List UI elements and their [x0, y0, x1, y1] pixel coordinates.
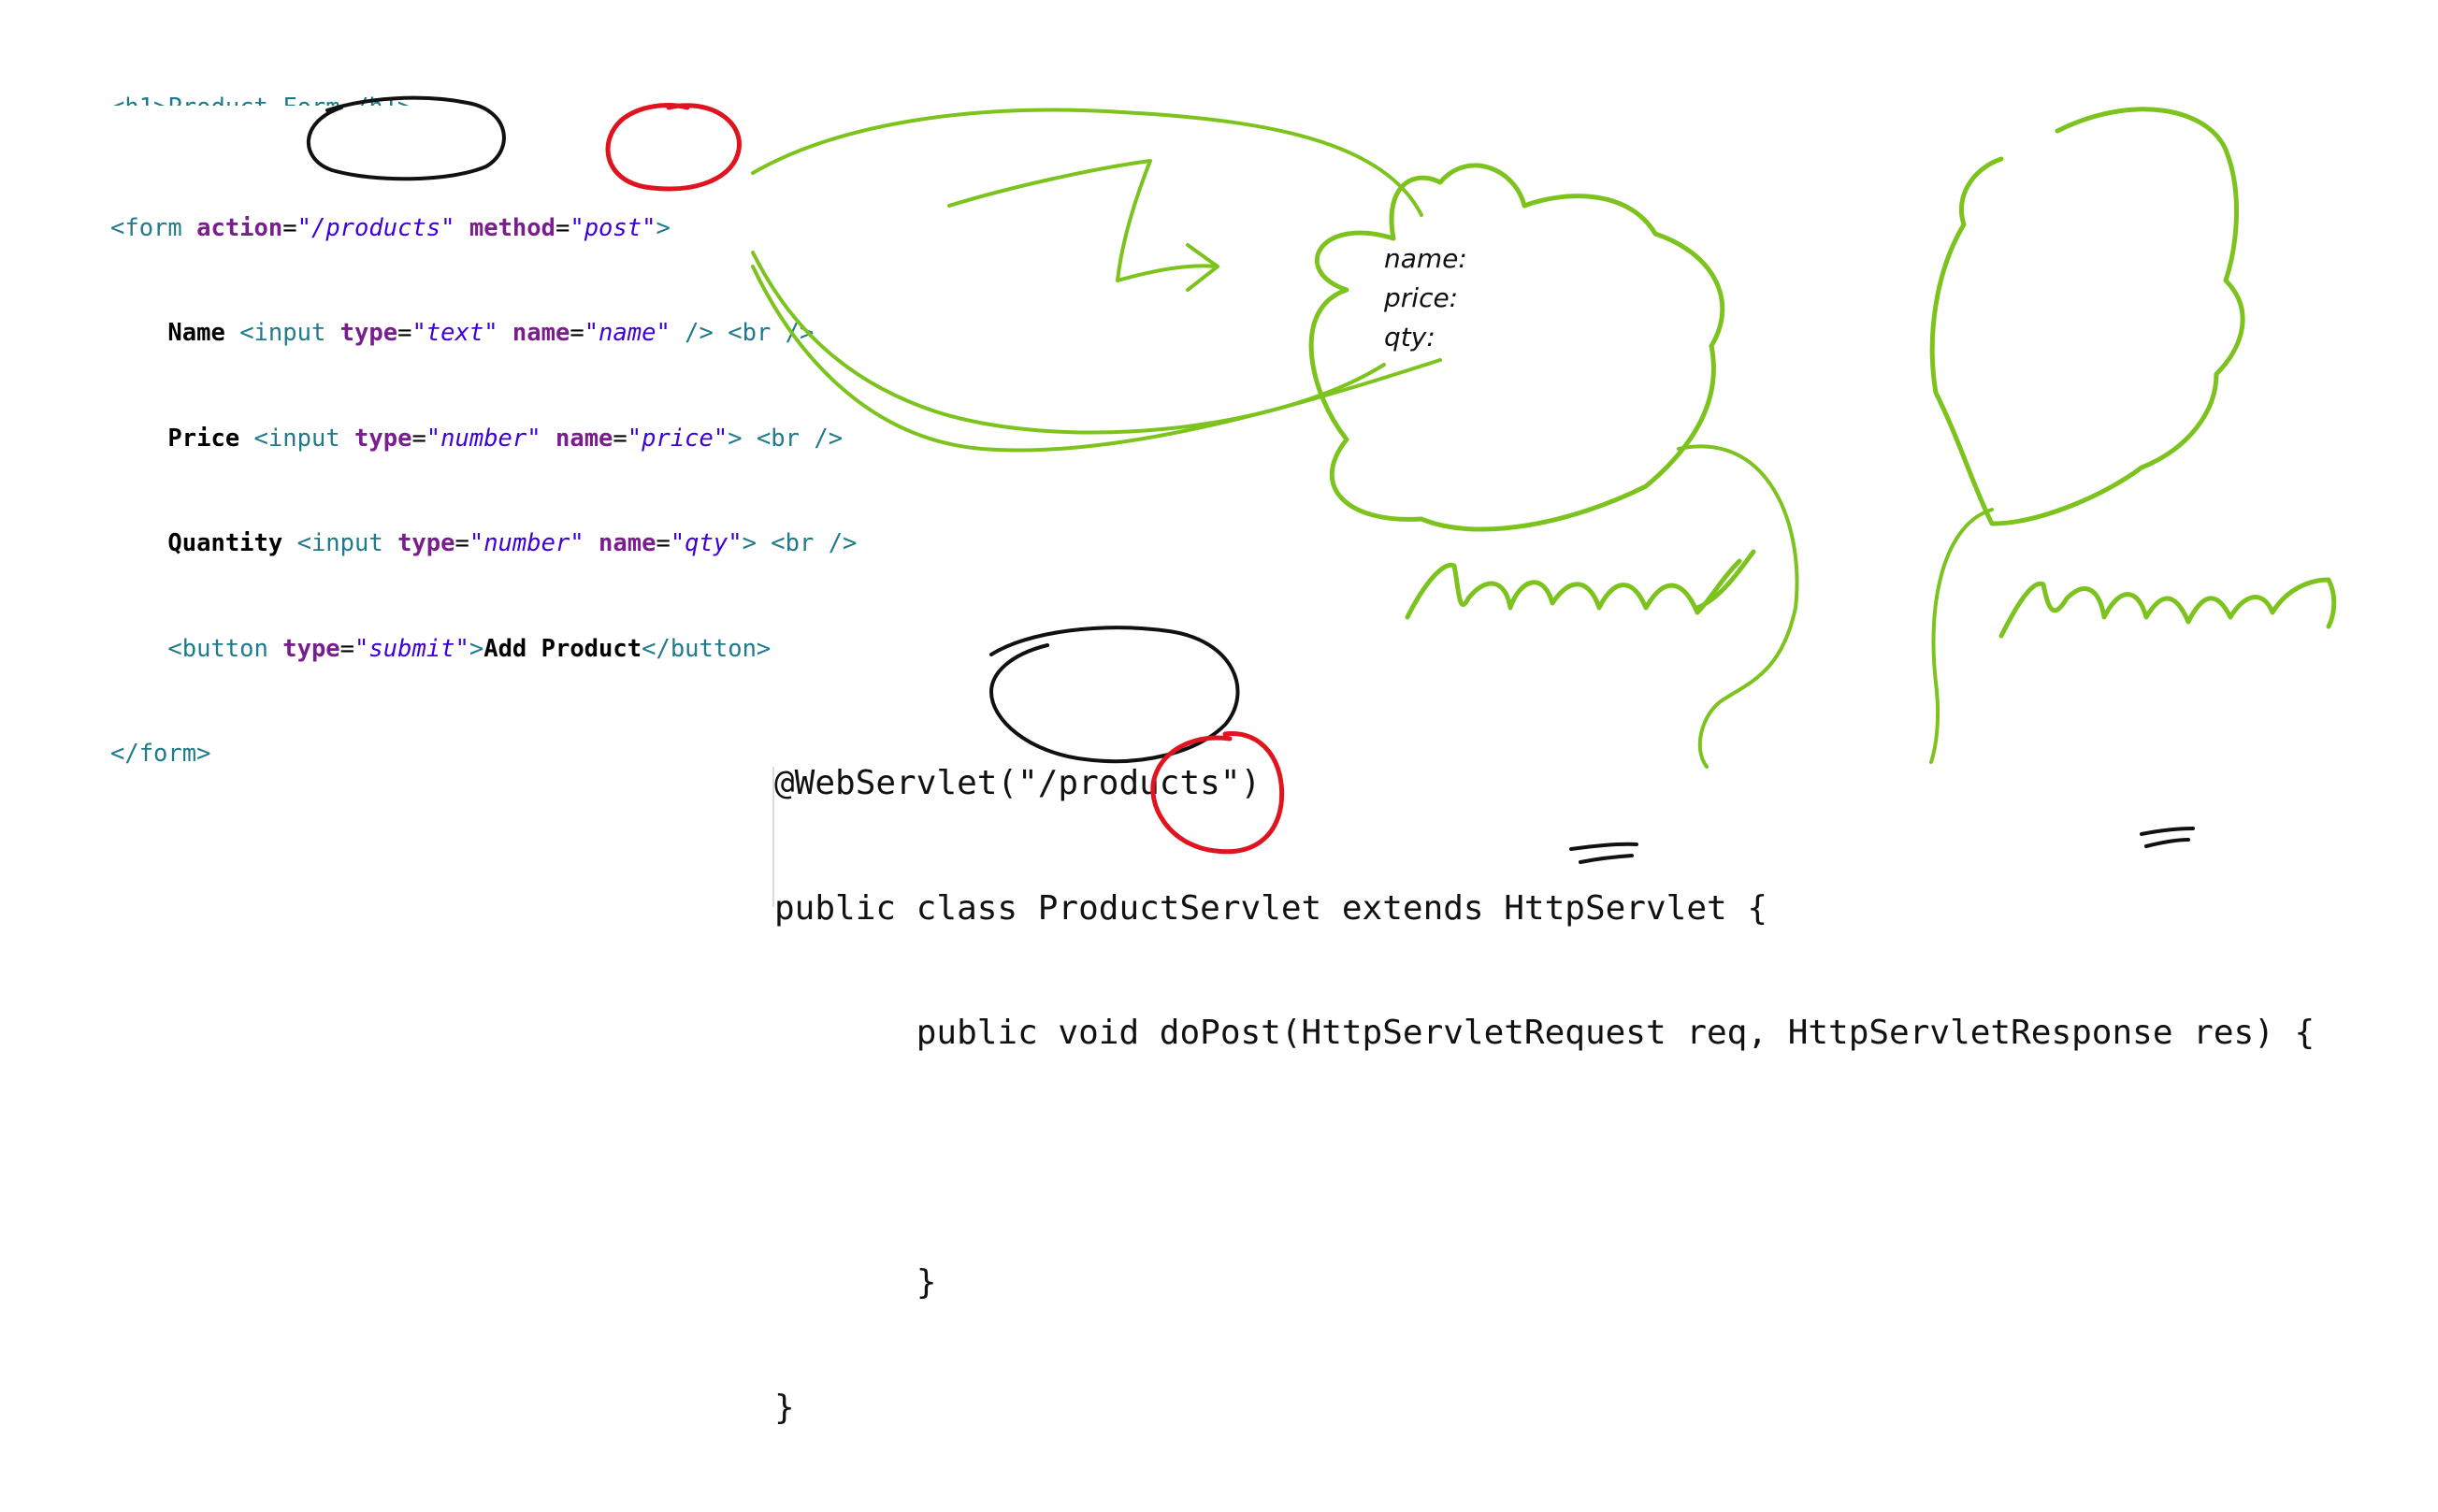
cloud-field-price: price:: [1383, 282, 1458, 313]
cloud-field-qty: qty:: [1384, 322, 1435, 353]
red-circle-method: [605, 103, 742, 192]
java-line-blank: [774, 1138, 2315, 1180]
handwritten-annotations: name: price: qty:: [307, 95, 2337, 864]
request-handwriting: [1405, 549, 1756, 620]
response-to-servlet-line: [1929, 508, 1994, 764]
black-circle-action: [307, 95, 506, 181]
cloud-field-name: name:: [1384, 243, 1467, 274]
java-line-method-close: }: [774, 1263, 937, 1302]
response-head: [1929, 107, 2245, 526]
equals-mark-res: [2140, 827, 2195, 848]
red-circle-dopost: [1150, 731, 1285, 855]
java-line-class-close: }: [774, 1388, 795, 1427]
request-cloud: [1308, 163, 1725, 532]
equals-mark-req: [1569, 842, 1638, 864]
response-handwriting: [1998, 577, 2337, 639]
annotated-code-canvas: <h1>Product Form</h1> <form action="/pro…: [0, 0, 2438, 1427]
green-zigzag-arrow: [947, 159, 1219, 292]
